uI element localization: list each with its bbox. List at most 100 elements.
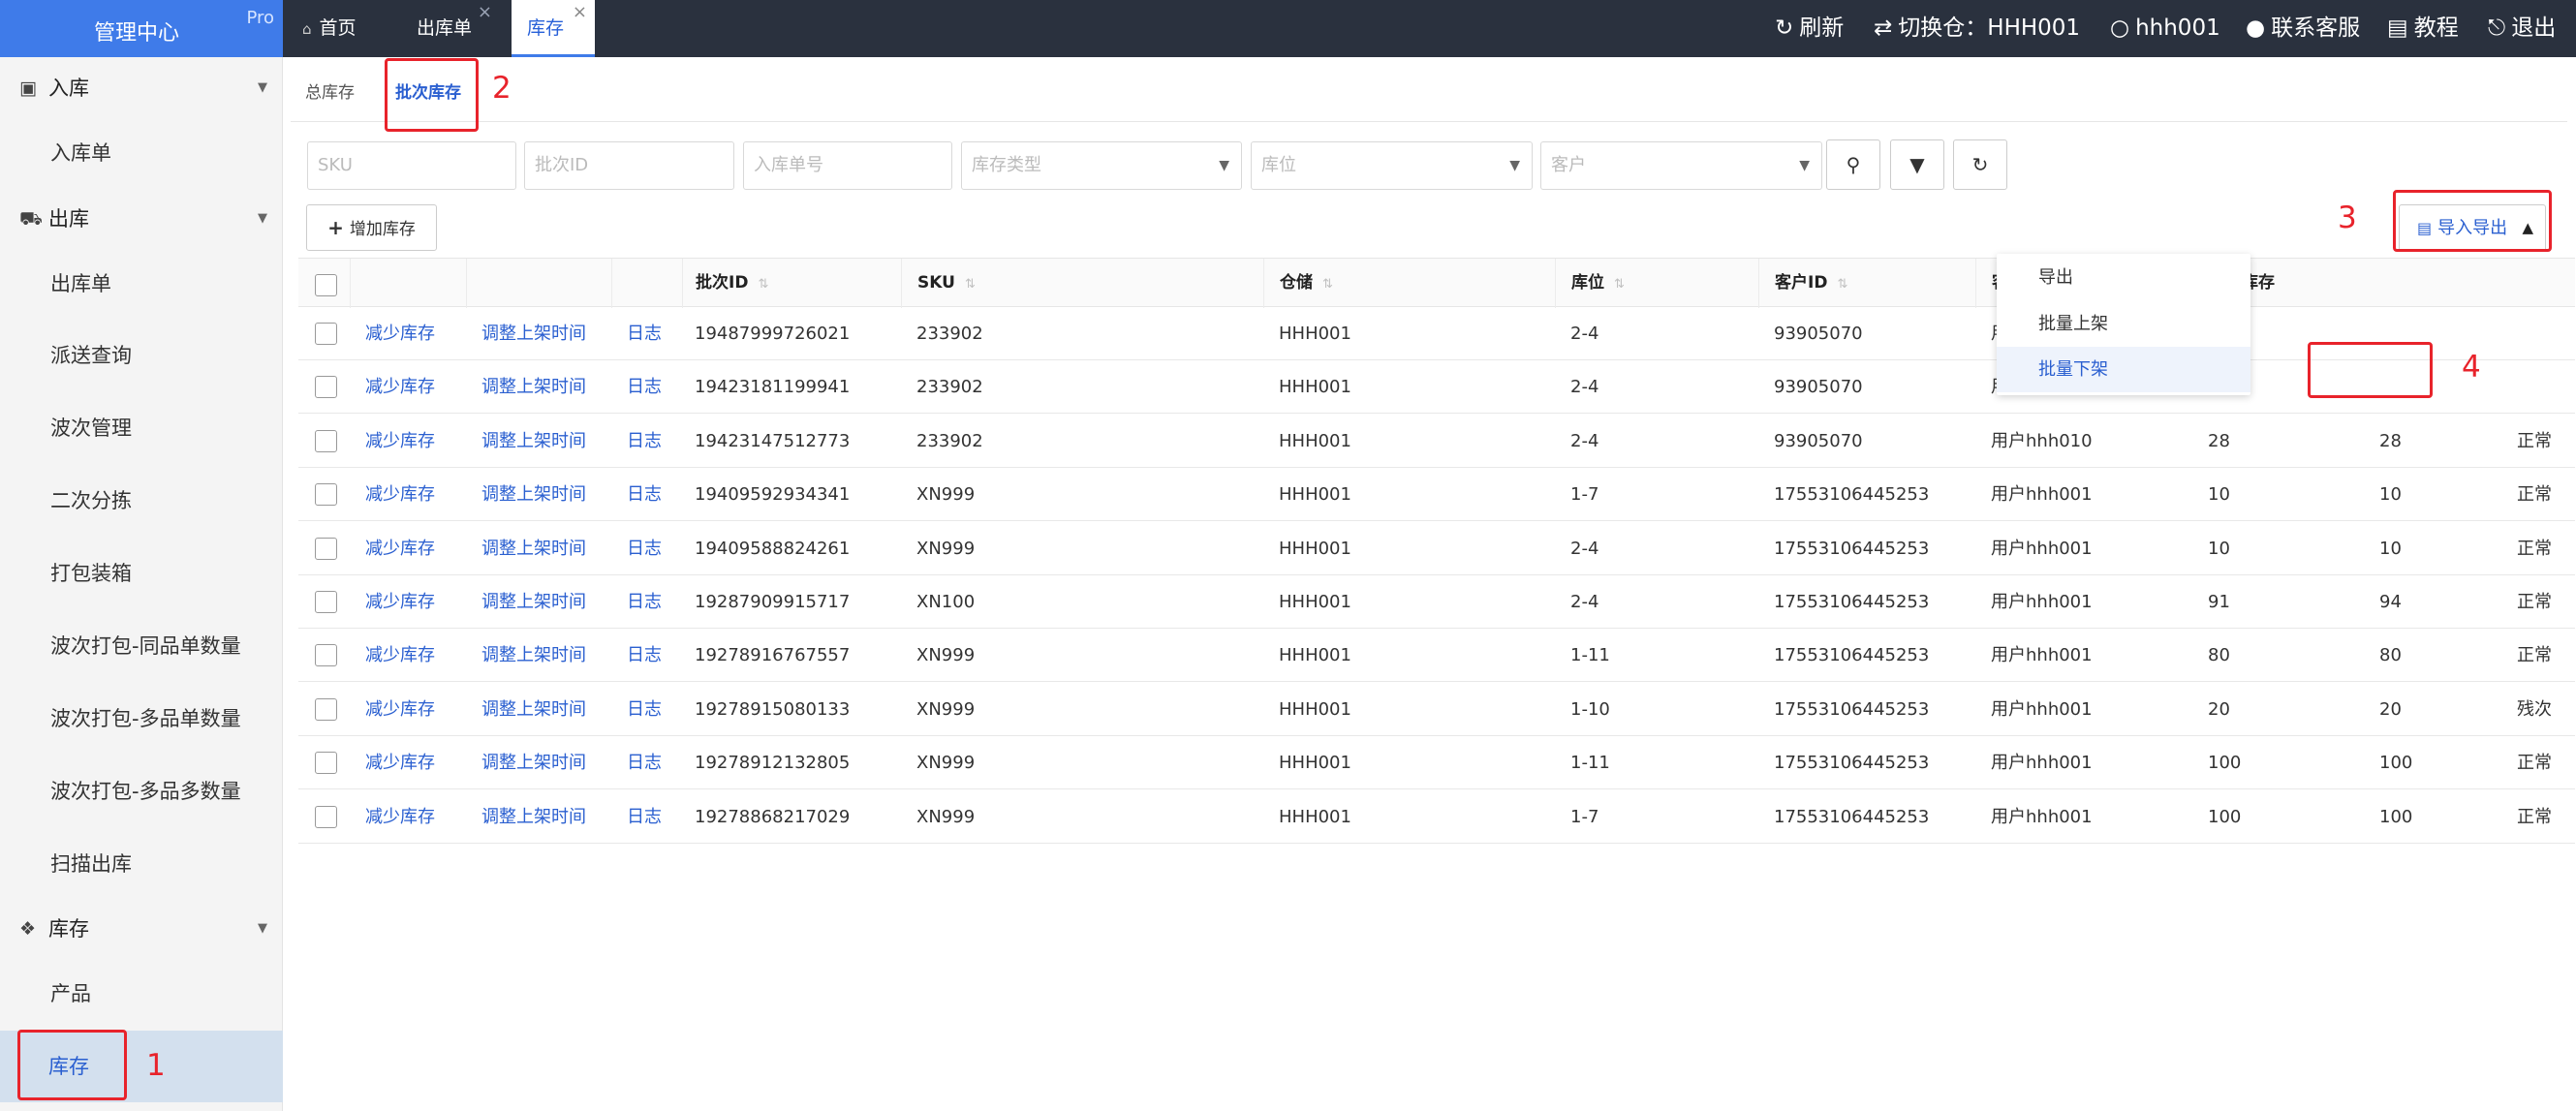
adjust-shelf-time-link[interactable]: 调整上架时间 xyxy=(481,307,586,360)
add-inventory-button[interactable]: + 增加库存 xyxy=(306,204,437,251)
switch-warehouse-button[interactable]: ⇄ 切换仓：HHH001 xyxy=(1874,0,2080,57)
header-warehouse[interactable]: 仓储 ⇅ xyxy=(1263,259,1555,308)
cell-warehouse: HHH001 xyxy=(1279,538,1351,559)
reduce-stock-link[interactable]: 减少库存 xyxy=(365,575,435,629)
row-checkbox[interactable] xyxy=(315,483,337,507)
adjust-shelf-time-link[interactable]: 调整上架时间 xyxy=(481,522,586,575)
cell-location: 1-10 xyxy=(1570,698,1610,720)
menu-item-batch-unshelve[interactable]: 批量下架 xyxy=(1997,347,2250,392)
location-select[interactable]: 库位 ▼ xyxy=(1251,141,1533,190)
tutorial-button[interactable]: ▤ 教程 xyxy=(2387,0,2459,57)
customer-select[interactable]: 客户 ▼ xyxy=(1540,141,1822,190)
log-link[interactable]: 日志 xyxy=(627,522,662,575)
menu-item-batch-shelve[interactable]: 批量上架 xyxy=(1997,301,2250,347)
row-checkbox[interactable] xyxy=(315,429,337,452)
sidebar-item-inbound-order[interactable]: 入库单 xyxy=(0,117,283,189)
header-sku[interactable]: SKU ⇅ xyxy=(901,259,1263,308)
search-button[interactable]: ⚲ xyxy=(1826,139,1880,190)
sidebar-group-outbound[interactable]: ⛟ 出库 ▼ xyxy=(0,198,283,240)
log-link[interactable]: 日志 xyxy=(627,790,662,844)
log-link[interactable]: 日志 xyxy=(627,736,662,789)
log-link[interactable]: 日志 xyxy=(627,468,662,521)
adjust-shelf-time-link[interactable]: 调整上架时间 xyxy=(481,736,586,789)
row-checkbox[interactable] xyxy=(315,537,337,560)
adjust-shelf-time-link[interactable]: 调整上架时间 xyxy=(481,575,586,629)
log-link[interactable]: 日志 xyxy=(627,415,662,468)
cell-customer: 用户hhh001 xyxy=(1991,592,2093,612)
cell-location: 2-4 xyxy=(1570,538,1599,559)
adjust-shelf-time-link[interactable]: 调整上架时间 xyxy=(481,415,586,468)
sidebar-item-label: 波次打包-同品单数量 xyxy=(50,634,241,658)
support-button[interactable]: ● 联系客服 xyxy=(2246,0,2360,57)
inventory-type-select[interactable]: 库存类型 ▼ xyxy=(961,141,1242,190)
sidebar-item-wave-pack-multi-multi[interactable]: 波次打包-多品多数量 xyxy=(0,756,283,827)
chevron-down-icon: ▼ xyxy=(1509,158,1520,173)
close-icon[interactable]: × xyxy=(478,0,492,41)
adjust-shelf-time-link[interactable]: 调整上架时间 xyxy=(481,468,586,521)
header-location[interactable]: 库位 ⇅ xyxy=(1555,259,1758,308)
sidebar-item-scan-outbound[interactable]: 扫描出库 xyxy=(0,828,283,900)
reduce-stock-link[interactable]: 减少库存 xyxy=(365,522,435,575)
tab-home[interactable]: ⌂ 首页 xyxy=(302,0,380,57)
inbound-no-filter-input[interactable]: 入库单号 xyxy=(743,141,952,190)
row-checkbox[interactable] xyxy=(315,591,337,613)
batch-id-filter-input[interactable]: 批次ID xyxy=(524,141,734,190)
row-checkbox[interactable] xyxy=(315,644,337,667)
header-batch-id[interactable]: 批次ID ⇅ xyxy=(682,259,901,308)
sidebar-item-secondary-sorting[interactable]: 二次分拣 xyxy=(0,465,283,537)
sidebar-item-label: 波次管理 xyxy=(50,417,132,440)
reduce-stock-link[interactable]: 减少库存 xyxy=(365,415,435,468)
brand[interactable]: 管理中心 Pro xyxy=(0,0,283,57)
adjust-shelf-time-link[interactable]: 调整上架时间 xyxy=(481,683,586,736)
log-link[interactable]: 日志 xyxy=(627,575,662,629)
sidebar-item-products[interactable]: 产品 xyxy=(0,958,283,1030)
sku-filter-input[interactable]: SKU xyxy=(307,141,516,190)
filter-button[interactable]: ▼ xyxy=(1890,139,1944,190)
sidebar-item-wave-management[interactable]: 波次管理 xyxy=(0,392,283,464)
logout-button[interactable]: ⎋ 退出 xyxy=(2488,0,2556,57)
reduce-stock-link[interactable]: 减少库存 xyxy=(365,736,435,789)
cell-available-stock: 91 xyxy=(2208,592,2230,612)
sidebar-item-outbound-order[interactable]: 出库单 xyxy=(0,248,283,320)
adjust-shelf-time-link[interactable]: 调整上架时间 xyxy=(481,790,586,844)
close-icon[interactable]: × xyxy=(573,0,587,41)
reduce-stock-link[interactable]: 减少库存 xyxy=(365,629,435,682)
cell-available-stock: 20 xyxy=(2208,698,2230,720)
annotation-box-4 xyxy=(2308,342,2433,398)
row-checkbox[interactable] xyxy=(315,323,337,345)
row-checkbox[interactable] xyxy=(315,376,337,399)
log-link[interactable]: 日志 xyxy=(627,629,662,682)
sidebar-item-packing[interactable]: 打包装箱 xyxy=(0,538,283,609)
user-menu[interactable]: ○ hhh001 xyxy=(2110,0,2220,57)
row-checkbox[interactable] xyxy=(315,697,337,721)
cell-stock: 94 xyxy=(2379,592,2402,612)
reduce-stock-link[interactable]: 减少库存 xyxy=(365,307,435,360)
adjust-shelf-time-link[interactable]: 调整上架时间 xyxy=(481,360,586,414)
cell-available-stock: 28 xyxy=(2208,430,2230,451)
reset-button[interactable]: ↻ xyxy=(1953,139,2007,190)
row-checkbox[interactable] xyxy=(315,752,337,775)
reduce-stock-link[interactable]: 减少库存 xyxy=(365,683,435,736)
menu-item-export[interactable]: 导出 xyxy=(1997,255,2250,300)
reduce-stock-link[interactable]: 减少库存 xyxy=(365,468,435,521)
subtab-total-inventory[interactable]: 总库存 xyxy=(305,78,355,103)
select-all-checkbox[interactable] xyxy=(315,274,337,296)
refresh-button[interactable]: ↻ 刷新 xyxy=(1775,0,1844,57)
header-action-2 xyxy=(466,259,611,308)
cell-warehouse: HHH001 xyxy=(1279,484,1351,506)
log-link[interactable]: 日志 xyxy=(627,360,662,414)
reduce-stock-link[interactable]: 减少库存 xyxy=(365,360,435,414)
reduce-stock-link[interactable]: 减少库存 xyxy=(365,790,435,844)
sidebar-item-wave-pack-same[interactable]: 波次打包-同品单数量 xyxy=(0,610,283,682)
sidebar-item-delivery-query[interactable]: 派送查询 xyxy=(0,320,283,391)
sidebar-item-wave-pack-multi-single[interactable]: 波次打包-多品单数量 xyxy=(0,683,283,755)
tab-inventory[interactable]: 库存 × xyxy=(512,0,595,57)
tab-outbound-order[interactable]: 出库单 × xyxy=(399,0,500,57)
adjust-shelf-time-link[interactable]: 调整上架时间 xyxy=(481,629,586,682)
sidebar-group-inventory[interactable]: ❖ 库存 ▼ xyxy=(0,908,283,950)
log-link[interactable]: 日志 xyxy=(627,307,662,360)
header-customer-id[interactable]: 客户ID ⇅ xyxy=(1758,259,1975,308)
sidebar-group-inbound[interactable]: ▣ 入库 ▼ xyxy=(0,67,283,109)
log-link[interactable]: 日志 xyxy=(627,683,662,736)
row-checkbox[interactable] xyxy=(315,805,337,828)
